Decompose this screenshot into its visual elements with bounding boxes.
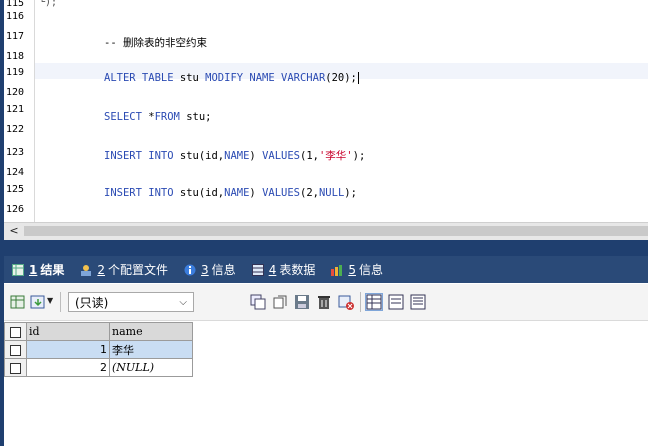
- sql-alter-line: ALTER TABLE stu MODIFY NAME VARCHAR(20);: [104, 72, 359, 84]
- tab-label: 个配置文件: [108, 263, 169, 277]
- tab-label: 信息: [358, 263, 383, 277]
- cancel-icon[interactable]: [338, 294, 354, 310]
- cell-name[interactable]: (NULL): [109, 358, 193, 377]
- table-row[interactable]: 1 李华: [4, 340, 193, 359]
- result-tabs: 1 结果 2 个配置文件 3 信息 4 表数据 5 信息: [4, 256, 648, 283]
- tab-messages[interactable]: 5 信息: [323, 256, 391, 283]
- select-all-checkbox[interactable]: [10, 326, 21, 338]
- sql-insert-line-2: INSERT INTO stu(id,NAME) VALUES(2,NULL);: [104, 187, 357, 199]
- column-header-name[interactable]: name: [109, 322, 193, 341]
- tab-number: 1: [29, 262, 38, 277]
- tab-number: 4: [268, 262, 277, 277]
- import-icon[interactable]: [30, 294, 46, 310]
- sql-editor[interactable]: 115 116 117 118 119 120 121 122 123 124 …: [4, 0, 648, 222]
- row-checkbox-cell[interactable]: [4, 340, 27, 359]
- form-view-icon[interactable]: [388, 294, 404, 310]
- copy-rows-icon[interactable]: [250, 294, 266, 310]
- tab-profile[interactable]: 2 个配置文件: [72, 256, 176, 283]
- text-cursor: [357, 72, 359, 84]
- tab-table-data[interactable]: 4 表数据: [244, 256, 324, 283]
- toolbar-separator: [360, 292, 361, 312]
- scroll-left-arrow-icon[interactable]: <: [7, 224, 21, 238]
- text-view-icon[interactable]: [410, 294, 426, 310]
- fold-marker[interactable]: └);: [39, 0, 57, 8]
- sql-comment-line: -- 删除表的非空约束: [104, 37, 207, 49]
- cell-id[interactable]: 1: [26, 340, 110, 359]
- tab-label: 表数据: [279, 263, 316, 277]
- grid-result-icon: [12, 263, 24, 276]
- sql-select-line: SELECT *FROM stu;: [104, 111, 212, 123]
- tab-number: 3: [201, 262, 209, 277]
- chevron-down-icon: ⌵: [179, 297, 187, 308]
- tab-number: 5: [348, 262, 356, 277]
- export-grid-icon[interactable]: [10, 294, 26, 310]
- sql-insert-line-1: INSERT INTO stu(id,NAME) VALUES(1,'李华');: [104, 150, 366, 162]
- result-table: id name 1 李华 2 (NULL): [4, 322, 193, 377]
- table-row[interactable]: 2 (NULL): [4, 358, 193, 377]
- toolbar-separator: [60, 292, 61, 312]
- tab-label: 结果: [40, 263, 65, 277]
- table-header-row: id name: [4, 322, 193, 341]
- messages-icon: [331, 264, 343, 276]
- duplicate-icon[interactable]: [272, 294, 288, 310]
- tab-label: 信息: [211, 263, 236, 277]
- tab-result[interactable]: 1 结果: [4, 256, 73, 283]
- grid-view-icon[interactable]: [365, 293, 383, 311]
- select-all-cell[interactable]: [4, 322, 27, 341]
- table-data-icon: [251, 263, 264, 276]
- save-icon[interactable]: [294, 294, 310, 310]
- column-header-id[interactable]: id: [26, 322, 110, 341]
- info-icon: [184, 264, 196, 275]
- tab-number: 2: [97, 262, 106, 277]
- readonly-label: (只读): [75, 296, 109, 310]
- delete-icon[interactable]: [316, 294, 332, 310]
- query-window: 115 116 117 118 119 120 121 122 123 124 …: [4, 0, 648, 446]
- import-dropdown-chevron-icon[interactable]: ▼: [47, 296, 53, 305]
- horizontal-scrollbar[interactable]: <: [4, 222, 648, 240]
- code-area: └); -- 删除表的非空约束 ALTER TABLE stu MODIFY N…: [4, 0, 648, 222]
- profile-icon: [81, 264, 92, 276]
- pane-divider[interactable]: [4, 240, 648, 256]
- row-checkbox[interactable]: [10, 362, 21, 374]
- tab-info[interactable]: 3 信息: [176, 256, 244, 283]
- cell-name[interactable]: 李华: [109, 340, 193, 359]
- readonly-mode-select[interactable]: (只读) ⌵: [68, 292, 194, 312]
- cell-id[interactable]: 2: [26, 358, 110, 377]
- result-toolbar: ▼ (只读) ⌵: [4, 284, 648, 321]
- scroll-thumb[interactable]: [24, 226, 648, 236]
- row-checkbox-cell[interactable]: [4, 358, 27, 377]
- result-grid: id name 1 李华 2 (NULL): [4, 322, 648, 446]
- row-checkbox[interactable]: [10, 344, 21, 356]
